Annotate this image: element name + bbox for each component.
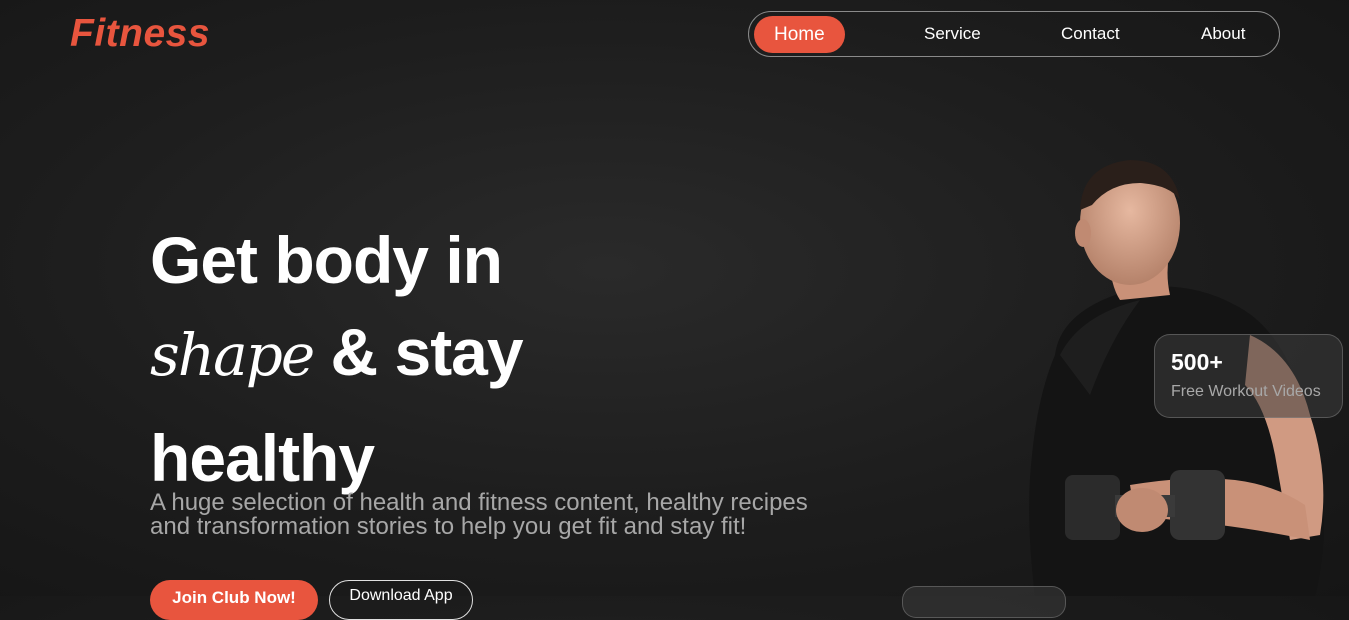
stat-value: 500+: [1171, 349, 1223, 375]
stat-label: Free Workout Videos: [1171, 383, 1321, 400]
hero-title-line2: shape & stay: [150, 314, 524, 390]
hero-title-line2-rest: & stay: [330, 315, 524, 389]
brand-logo[interactable]: Fitness: [70, 12, 210, 56]
join-club-button[interactable]: Join Club Now!: [150, 580, 318, 620]
main-nav: Home Service Contact About: [748, 11, 1280, 57]
hero-description: A huge selection of health and fitness c…: [150, 489, 808, 540]
stat-card: 500+ Free Workout Videos: [1154, 334, 1343, 418]
nav-item-about[interactable]: About: [1201, 12, 1245, 55]
hero-title-line1: Get body in: [150, 223, 503, 297]
secondary-stat-card: [902, 586, 1066, 618]
nav-item-contact[interactable]: Contact: [1061, 12, 1120, 55]
download-app-button[interactable]: Download App: [329, 580, 473, 620]
hero-script-word: shape: [150, 321, 315, 389]
nav-item-home[interactable]: Home: [754, 16, 845, 53]
hero-title-line3: healthy: [150, 421, 375, 495]
nav-item-service[interactable]: Service: [924, 12, 981, 55]
